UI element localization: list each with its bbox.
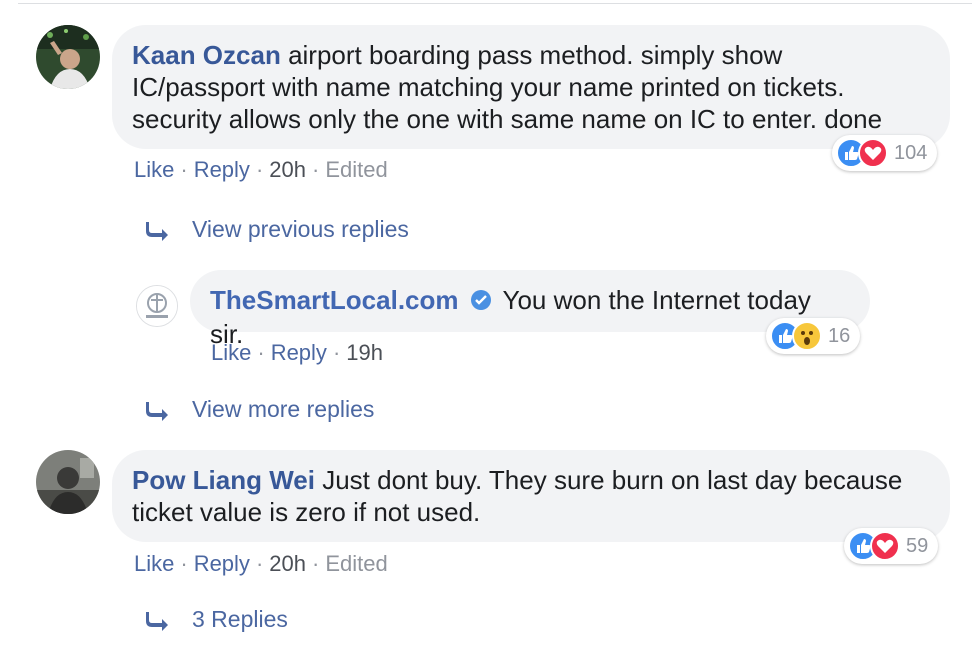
top-divider <box>18 3 972 4</box>
comment-actions: Like · Reply · 20h · Edited <box>134 551 388 576</box>
reaction-count: 59 <box>906 534 929 557</box>
verified-badge-icon <box>470 286 492 318</box>
reply-link[interactable]: Reply <box>194 551 250 576</box>
comment-bubble: Kaan Ozcan airport boarding pass method.… <box>112 25 950 149</box>
like-link[interactable]: Like <box>134 157 174 182</box>
view-replies-link[interactable]: 3 Replies <box>146 606 288 633</box>
view-previous-replies[interactable]: View previous replies <box>146 216 409 243</box>
reply-bubble: TheSmartLocal.com You won the Internet t… <box>190 270 870 349</box>
edited-label[interactable]: Edited <box>325 157 387 182</box>
reaction-summary[interactable]: 59 <box>844 528 939 564</box>
reaction-summary[interactable]: 16 <box>766 318 861 354</box>
page-avatar[interactable] <box>136 285 178 327</box>
like-link[interactable]: Like <box>211 340 251 365</box>
replies-count-label: 3 Replies <box>192 606 288 632</box>
reply-link[interactable]: Reply <box>271 340 327 365</box>
timestamp[interactable]: 20h <box>269 551 306 576</box>
wow-icon <box>792 321 822 351</box>
reply-actions: Like · Reply · 19h <box>211 340 383 365</box>
comment-line: Pow Liang Wei Just dont buy. They sure b… <box>132 465 903 495</box>
reaction-count: 104 <box>894 141 928 164</box>
avatar[interactable] <box>36 25 100 89</box>
edited-label[interactable]: Edited <box>325 551 387 576</box>
comment-author[interactable]: Pow Liang Wei <box>132 465 315 495</box>
reply-link[interactable]: Reply <box>194 157 250 182</box>
timestamp[interactable]: 20h <box>269 157 306 182</box>
like-link[interactable]: Like <box>134 551 174 576</box>
love-icon <box>858 138 888 168</box>
comment-author[interactable]: Kaan Ozcan <box>132 40 281 70</box>
reaction-count: 16 <box>828 324 851 347</box>
reply-author[interactable]: TheSmartLocal.com <box>210 285 459 315</box>
view-previous-replies-label: View previous replies <box>192 216 409 242</box>
timestamp[interactable]: 19h <box>346 340 383 365</box>
love-icon <box>870 531 900 561</box>
comment-actions: Like · Reply · 20h · Edited <box>134 157 388 182</box>
comment-line: security allows only the one with same n… <box>132 104 883 134</box>
comment-line: IC/passport with name matching your name… <box>132 72 845 102</box>
reply-arrow-icon <box>146 611 168 631</box>
view-more-replies-label: View more replies <box>192 396 375 422</box>
comment-line: ticket value is zero if not used. <box>132 497 481 527</box>
reaction-summary[interactable]: 104 <box>832 135 938 171</box>
avatar[interactable] <box>36 450 100 514</box>
view-more-replies[interactable]: View more replies <box>146 396 374 423</box>
reply-arrow-icon <box>146 401 168 421</box>
reply-arrow-icon <box>146 221 168 241</box>
comment-line: Kaan Ozcan airport boarding pass method.… <box>132 40 783 70</box>
comment-bubble: Pow Liang Wei Just dont buy. They sure b… <box>112 450 950 542</box>
